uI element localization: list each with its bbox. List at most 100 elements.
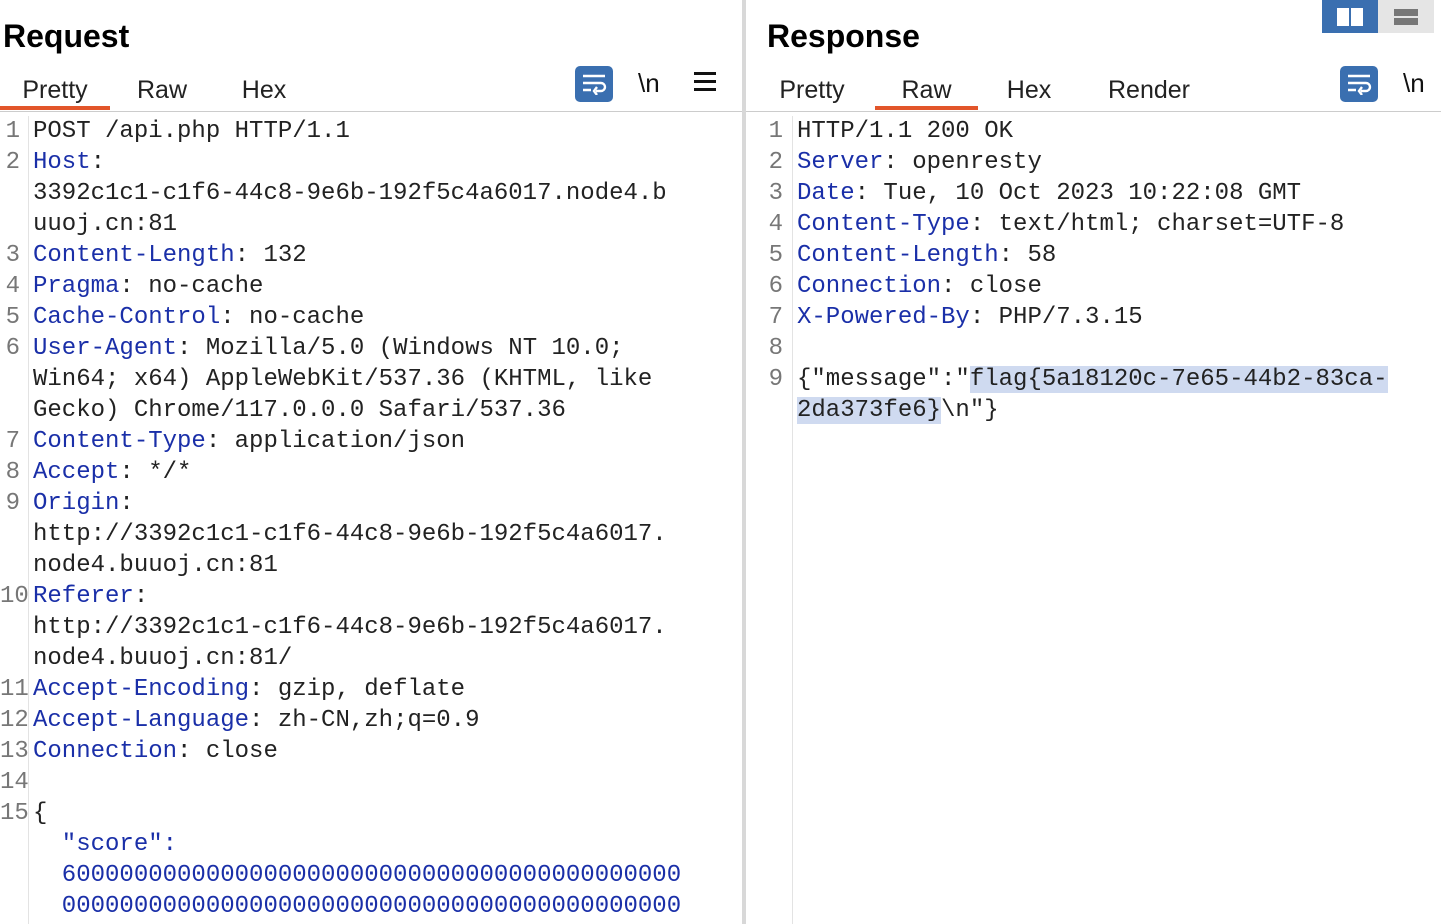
code-line: node4.buuoj.cn:81/ [0, 643, 742, 674]
header-name: Accept-Language [33, 707, 250, 734]
line-number: 6 [768, 273, 783, 300]
code-text: 0000000000000000000000000000000000000000… [33, 893, 682, 920]
code-line: 3 Date: Tue, 10 Oct 2023 10:22:08 GMT [746, 178, 1441, 209]
line-number: 1 [768, 118, 783, 145]
code-text: 3392c1c1-c1f6-44c8-9e6b-192f5c4a6017.nod… [33, 180, 667, 207]
code-line: 9 Origin: [0, 488, 742, 519]
line-content: 6000000000000000000000000000000000000000… [33, 860, 681, 891]
code-text: : close [941, 273, 1042, 300]
tab-request-pretty[interactable]: Pretty [0, 70, 110, 110]
line-content: Referer: [33, 581, 148, 612]
response-editor[interactable]: 1 HTTP/1.1 200 OK 2 Server: openresty 3 Date:… [746, 116, 1441, 924]
wrap-lines-icon[interactable] [575, 66, 613, 102]
line-number: 7 [768, 304, 783, 331]
line-content: Accept-Encoding: gzip, deflate [33, 674, 465, 705]
code-line: 1 POST /api.php HTTP/1.1 [0, 116, 742, 147]
code-text: : openresty [883, 149, 1042, 176]
line-number: 13 [0, 738, 29, 765]
line-number: 4 [768, 211, 783, 238]
response-title: Response [767, 18, 920, 54]
line-number: 1 [5, 118, 20, 145]
header-name: Accept-Encoding [33, 676, 250, 703]
line-number: 12 [0, 707, 29, 734]
tab-divider [0, 111, 742, 112]
line-content: POST /api.php HTTP/1.1 [33, 116, 350, 147]
request-pane: Request Pretty Raw Hex \n 1 POST /api.php… [0, 0, 742, 924]
line-content: {"message":"flag{5a18120c-7e65-44b2-83ca… [797, 364, 1388, 395]
code-text: : [133, 583, 149, 610]
hamburger-menu-icon[interactable] [694, 72, 716, 92]
code-line: Win64; x64) AppleWebKit/537.36 (KHTML, l… [0, 364, 742, 395]
header-name: Connection [33, 738, 178, 765]
line-number: 15 [0, 800, 29, 827]
line-number: 9 [5, 490, 20, 517]
line-content: Content-Type: application/json [33, 426, 465, 457]
newline-toggle-button[interactable]: \n [1403, 68, 1425, 99]
code-line: 5 Cache-Control: no-cache [0, 302, 742, 333]
header-name: Pragma [33, 273, 120, 300]
header-name: Content-Length [33, 242, 235, 269]
line-content: uuoj.cn:81 [33, 209, 177, 240]
header-name: User-Agent [33, 335, 178, 362]
code-text: : [119, 490, 134, 517]
side-by-side-layout-icon[interactable] [1322, 0, 1378, 33]
code-text: : text/html; charset=UTF-8 [969, 211, 1345, 238]
code-text: : Mozilla/5.0 (Windows NT 10.0; [177, 335, 624, 362]
line-content: 3392c1c1-c1f6-44c8-9e6b-192f5c4a6017.nod… [33, 178, 667, 209]
line-content: Server: openresty [797, 147, 1042, 178]
header-name: Cache-Control [33, 304, 221, 331]
code-text: \n"} [941, 397, 999, 424]
code-text: Gecko) Chrome/117.0.0.0 Safari/537.36 [33, 397, 566, 424]
tab-request-raw[interactable]: Raw [110, 70, 214, 110]
code-text: : gzip, deflate [249, 676, 466, 703]
line-number: 10 [0, 583, 29, 610]
line-content: Connection: close [797, 271, 1042, 302]
line-number: 8 [768, 335, 783, 362]
line-content: Accept-Language: zh-CN,zh;q=0.9 [33, 705, 479, 736]
header-name: Referer [33, 583, 134, 610]
line-content: node4.buuoj.cn:81 [33, 550, 278, 581]
request-editor[interactable]: 1 POST /api.php HTTP/1.1 2 Host: 3392c1c1-c1… [0, 116, 742, 924]
tab-response-pretty[interactable]: Pretty [749, 70, 875, 110]
line-content: Content-Type: text/html; charset=UTF-8 [797, 209, 1344, 240]
newline-toggle-button[interactable]: \n [638, 68, 660, 99]
code-line: node4.buuoj.cn:81 [0, 550, 742, 581]
line-content: Gecko) Chrome/117.0.0.0 Safari/537.36 [33, 395, 566, 426]
code-text: : PHP/7.3.15 [969, 304, 1143, 331]
line-number: 6 [5, 335, 20, 362]
code-text: {"message":" [797, 366, 970, 393]
header-name: Connection [797, 273, 942, 300]
tab-response-hex[interactable]: Hex [978, 70, 1080, 110]
code-line: 2 Server: openresty [746, 147, 1441, 178]
line-content: 0000000000000000000000000000000000000000… [33, 891, 681, 922]
code-text: http://3392c1c1-c1f6-44c8-9e6b-192f5c4a6… [33, 614, 667, 641]
code-text: { [33, 800, 48, 827]
header-name: Accept [33, 459, 120, 486]
code-line: 6 User-Agent: Mozilla/5.0 (Windows NT 10.… [0, 333, 742, 364]
line-number: 14 [0, 769, 29, 796]
line-number: 9 [768, 366, 783, 393]
code-line: 3392c1c1-c1f6-44c8-9e6b-192f5c4a6017.nod… [0, 178, 742, 209]
line-number: 5 [768, 242, 783, 269]
line-content: { [33, 798, 47, 829]
code-text: : 58 [998, 242, 1057, 269]
code-line: 14 [0, 767, 742, 798]
line-content: node4.buuoj.cn:81/ [33, 643, 292, 674]
stacked-layout-icon[interactable] [1378, 0, 1434, 33]
code-text: uuoj.cn:81 [33, 211, 178, 238]
code-text: "score": [33, 831, 178, 858]
wrap-lines-icon[interactable] [1340, 66, 1378, 102]
tab-response-render[interactable]: Render [1080, 70, 1218, 110]
header-name: Content-Type [797, 211, 970, 238]
line-number: 7 [5, 428, 20, 455]
tab-request-hex[interactable]: Hex [214, 70, 314, 110]
code-line: 8 Accept: */* [0, 457, 742, 488]
code-text: : no-cache [220, 304, 365, 331]
line-content: "score": [33, 829, 177, 860]
selected-text: 2da373fe6} [797, 397, 942, 424]
tab-response-raw[interactable]: Raw [875, 70, 978, 110]
code-line: "score": [0, 829, 742, 860]
code-line: http://3392c1c1-c1f6-44c8-9e6b-192f5c4a6… [0, 612, 742, 643]
header-name: Content-Length [797, 242, 999, 269]
line-content: Content-Length: 132 [33, 240, 307, 271]
